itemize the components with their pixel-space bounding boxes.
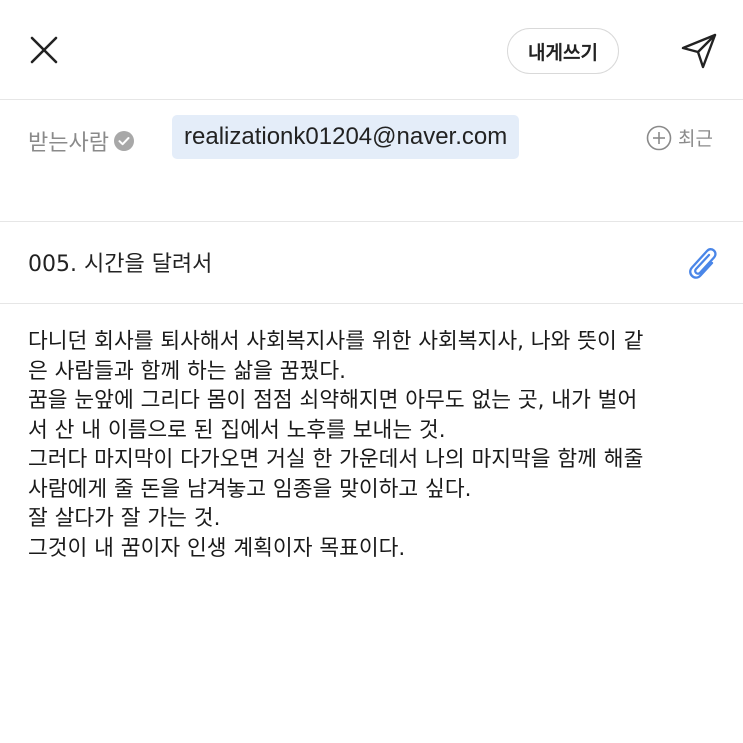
mail-compose-screen: 내게쓰기 받는사람 realizationk01204@naver.com 최근… [0, 0, 743, 743]
recipient-field-label[interactable]: 받는사람 [28, 125, 135, 157]
plus-circle-icon [646, 125, 672, 151]
recipient-label-text: 받는사람 [28, 131, 109, 156]
body-line: 잘 살다가 잘 가는 것. [28, 506, 221, 531]
send-to-self-button[interactable]: 내게쓰기 [507, 28, 619, 74]
body-line: 은 사람들과 함께 하는 삶을 꿈꿨다. [28, 358, 346, 384]
close-button[interactable] [26, 32, 62, 68]
recent-recipients-button[interactable]: 최근 [646, 124, 713, 151]
body-line: 사람에게 줄 돈을 남겨놓고 임종을 맞이하고 싶다. [28, 476, 472, 502]
check-circle-icon [113, 130, 135, 152]
attach-button[interactable] [684, 244, 722, 284]
divider [0, 221, 743, 222]
message-body[interactable]: 다니던 회사를 퇴사해서 사회복지사를 위한 사회복지사, 나와 뜻이 같 은 … [28, 327, 718, 563]
divider [0, 99, 743, 100]
body-line: 다니던 회사를 퇴사해서 사회복지사를 위한 사회복지사, 나와 뜻이 같 [28, 329, 644, 354]
close-icon [29, 35, 59, 65]
paper-plane-icon [679, 31, 719, 71]
send-button[interactable] [678, 30, 720, 72]
body-line: 서 산 내 이름으로 된 집에서 노후를 보내는 것. [28, 417, 446, 443]
top-toolbar: 내게쓰기 [0, 0, 743, 100]
body-line: 그것이 내 꿈이자 인생 계획이자 목표이다. [28, 535, 406, 561]
divider [0, 303, 743, 304]
body-line: 그러다 마지막이 다가오면 거실 한 가운데서 나의 마지막을 함께 해줄 [28, 447, 644, 472]
recipient-address-chip[interactable]: realizationk01204@naver.com [172, 115, 520, 159]
paperclip-icon [685, 245, 721, 283]
subject-field[interactable]: 005. 시간을 달려서 [28, 246, 212, 278]
recent-label: 최근 [678, 128, 713, 150]
body-line: 꿈을 눈앞에 그리다 몸이 점점 쇠약해지면 아무도 없는 곳, 내가 벌어 [28, 388, 638, 413]
